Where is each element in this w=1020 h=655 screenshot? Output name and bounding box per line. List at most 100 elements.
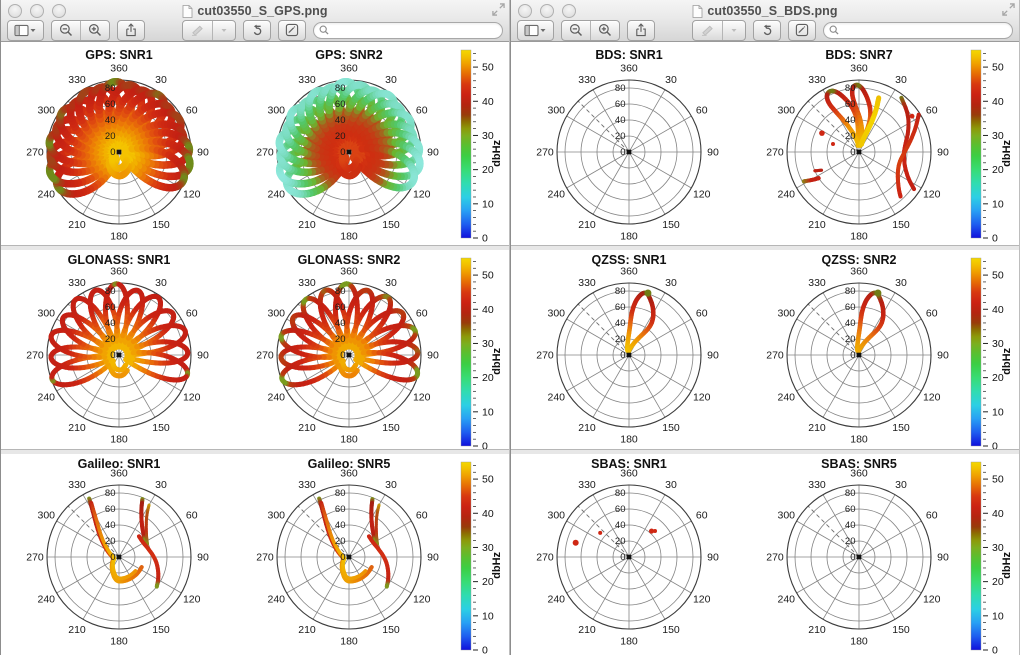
data-dot [874,290,881,297]
azimuth-label: 270 [26,552,44,564]
close-button[interactable] [518,4,532,18]
minimize-button[interactable] [30,4,44,18]
elevation-label: 40 [335,520,346,531]
elevation-label: 0 [620,350,625,361]
search-field[interactable] [823,22,1013,39]
elevation-label: 80 [335,286,346,297]
elevation-label: 80 [105,83,116,94]
elevation-label: 20 [845,131,856,142]
azimuth-label: 210 [578,219,596,231]
elevation-label: 60 [335,99,346,110]
azimuth-label: 240 [37,392,55,404]
azimuth-label: 210 [298,219,316,231]
markup-button[interactable] [278,20,306,41]
azimuth-label: 240 [37,189,55,201]
preview-window-bds: cut03550_S_BDS.png [510,0,1020,655]
elevation-label: 20 [105,536,116,547]
elevation-label: 60 [105,302,116,313]
zoom-out-button[interactable] [52,21,80,40]
window-zoom-button[interactable] [562,4,576,18]
markup-button[interactable] [788,20,816,41]
plot-title: BDS: SNR7 [825,48,892,62]
plot-center-marker [347,555,352,560]
colorbar-unit-label: dbHz [491,347,503,374]
colorbar-tick-label: 50 [482,62,494,74]
zoom-out-button[interactable] [562,21,590,40]
sky-plot-glonass-snr2: GLONASS: SNR2360306090120150180210240270… [256,253,439,446]
minimize-button[interactable] [540,4,554,18]
colorbar-tick-label: 40 [992,508,1004,520]
elevation-label: 20 [105,334,116,345]
azimuth-label: 300 [37,105,55,117]
azimuth-label: 90 [197,552,209,564]
annotate-menu-button[interactable] [212,21,235,40]
annotate-menu-button[interactable] [722,21,745,40]
share-button[interactable] [117,20,145,41]
colorbar-tick-label: 50 [482,270,494,282]
fullscreen-icon[interactable] [1002,3,1015,16]
titlebar[interactable]: cut03550_S_BDS.png [511,0,1019,19]
magnifier-minus-icon [569,23,583,37]
elevation-label: 0 [620,147,625,158]
chevron-down-icon [29,27,37,33]
colorbar-tick-label: 40 [992,304,1004,316]
search-input[interactable] [329,24,497,37]
search-icon [319,25,329,35]
rotate-left-button[interactable] [243,20,271,41]
zoom-in-button[interactable] [590,21,619,40]
colorbar-unit-label: dbHz [491,551,503,578]
azimuth-label: 210 [808,422,826,434]
elevation-label: 60 [105,99,116,110]
azimuth-label: 120 [923,189,941,201]
desktop: cut03550_S_GPS.png [0,0,1020,655]
azimuth-label: 330 [808,277,826,289]
window-zoom-button[interactable] [52,4,66,18]
elevation-label: 80 [845,286,856,297]
document-icon [692,5,703,18]
data-dot [819,130,825,136]
elevation-label: 20 [615,536,626,547]
plot-center-marker [857,555,862,560]
azimuth-label: 360 [110,63,128,75]
plot-center-marker [857,353,862,358]
azimuth-label: 180 [110,231,128,243]
azimuth-label: 300 [267,308,285,320]
azimuth-label: 360 [340,63,358,75]
search-field[interactable] [313,22,503,39]
sky-plot-gps-snr2: GPS: SNR23603060901201501802102402703003… [256,48,439,243]
close-button[interactable] [8,4,22,18]
azimuth-label: 150 [892,624,910,636]
colorbar-tick-label: 50 [482,474,494,486]
view-menu-button[interactable] [7,20,44,41]
elevation-label: 0 [620,552,625,563]
sky-plot-row: Galileo: SNR1360306090120150180210240270… [1,454,509,655]
share-button[interactable] [627,20,655,41]
azimuth-label: 360 [340,266,358,278]
sky-plot-row: GLONASS: SNR1360306090120150180210240270… [1,250,509,449]
elevation-label: 0 [340,147,345,158]
rotate-left-button[interactable] [753,20,781,41]
azimuth-label: 330 [578,479,596,491]
data-dot [910,114,915,119]
colorbar-tick-label: 0 [482,645,488,655]
markup-pencil-icon [795,23,809,37]
rotate-left-icon [250,23,264,37]
search-input[interactable] [839,24,1007,37]
document-icon [182,5,193,18]
chevron-down-icon [539,27,547,33]
colorbar: 01020304050dbHz [461,258,503,449]
zoom-in-button[interactable] [80,21,109,40]
elevation-label: 80 [335,83,346,94]
azimuth-label: 180 [110,636,128,648]
annotate-button[interactable] [183,21,212,40]
titlebar[interactable]: cut03550_S_GPS.png [1,0,509,19]
azimuth-label: 300 [777,105,795,117]
azimuth-label: 270 [536,552,554,564]
view-menu-button[interactable] [517,20,554,41]
annotate-button[interactable] [693,21,722,40]
sky-plot-row: BDS: SNR13603060901201501802102402703003… [511,42,1019,245]
azimuth-label: 300 [777,510,795,522]
sky-plot-row: GPS: SNR13603060901201501802102402703003… [1,42,509,245]
fullscreen-icon[interactable] [492,3,505,16]
azimuth-label: 120 [923,594,941,606]
